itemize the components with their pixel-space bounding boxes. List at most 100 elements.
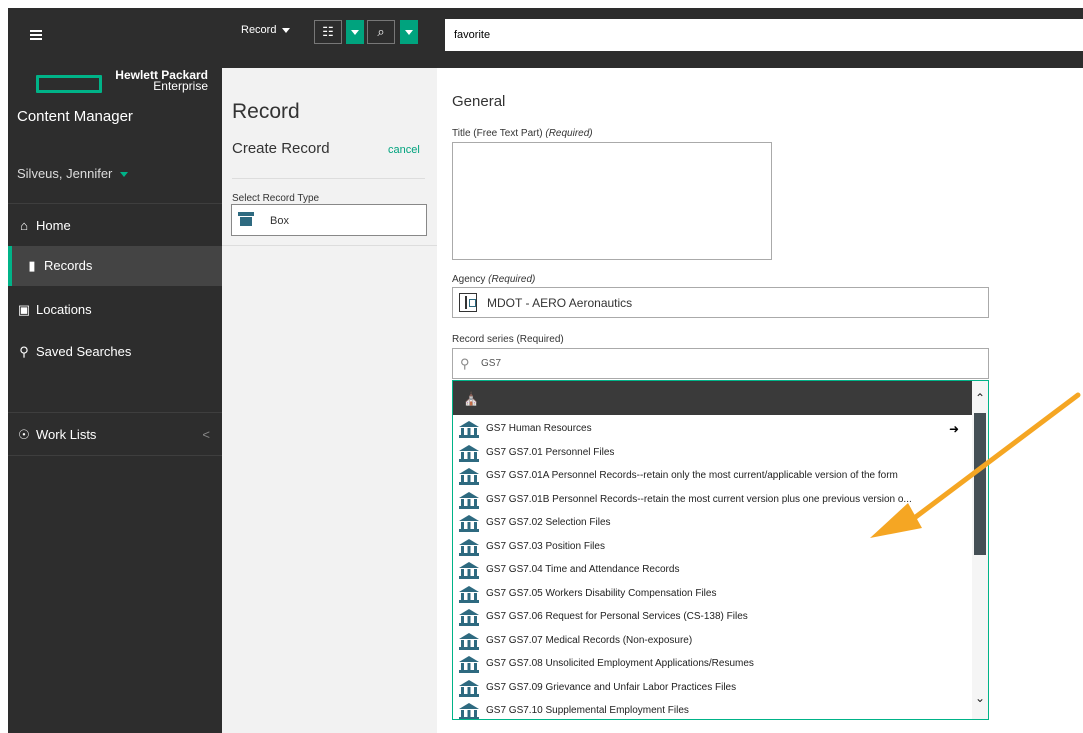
saved-search-icon: ⚲ [19,344,29,359]
series-item-label: GS7 GS7.07 Medical Records (Non-exposure… [486,634,693,646]
search-icon: ⚲ [460,356,470,371]
series-list-item[interactable]: GS7 GS7.07 Medical Records (Non-exposure… [458,630,968,653]
record-menu-label: Record [241,24,277,36]
classification-building-icon [459,585,479,603]
record-type-value: Box [270,215,289,227]
title-label: Title (Free Text Part) (Required) [452,128,593,139]
series-list-item[interactable]: GS7 GS7.06 Request for Personal Services… [458,606,968,629]
classification-building-icon [459,632,479,650]
classification-building-icon [459,562,479,579]
series-item-label: GS7 GS7.04 Time and Attendance Records [486,564,680,575]
user-name: Silveus, Jennifer [17,166,113,181]
scroll-down-icon[interactable]: ⌄ [975,691,985,705]
hamburger-menu-icon[interactable] [30,30,42,32]
series-item-label: GS7 GS7.03 Position Files [486,540,605,552]
sidebar-item-locations[interactable]: ▣ Locations [8,290,222,330]
home-icon: ⌂ [20,218,28,233]
series-list-item[interactable]: GS7 GS7.01 Personnel Files [458,442,968,465]
series-item-label: GS7 GS7.01A Personnel Records--retain on… [486,470,898,481]
divider [232,178,425,179]
classification-building-icon [459,679,479,697]
global-search-input[interactable]: favorite [445,19,1083,51]
sidebar-item-label: Locations [36,302,92,317]
agency-value: MDOT - AERO Aeronautics [487,296,633,310]
divider [8,412,222,413]
series-label: Record series (Required) [452,334,564,345]
classification-building-icon [459,515,479,532]
series-list-item[interactable]: GS7 GS7.10 Supplemental Employment Files [458,700,968,719]
series-item-label: GS7 GS7.09 Grievance and Unfair Labor Pr… [486,681,737,693]
sidebar-item-home[interactable]: ⌂ Home [8,206,222,246]
section-title: General [452,93,506,110]
worklist-icon: ☉ [18,427,30,442]
add-search-dropdown[interactable] [400,20,418,44]
classification-building-icon [459,491,479,509]
search-document-icon[interactable]: ☷ [314,20,342,44]
home-icon[interactable]: ⛪ [463,391,479,407]
search-options-dropdown[interactable] [346,20,364,44]
series-list-item[interactable]: GS7 GS7.02 Selection Files [458,512,968,535]
sidebar-item-records[interactable]: ▮ Records [8,246,222,286]
panel-subtitle: Create Record [232,140,330,157]
series-list-item[interactable]: GS7 GS7.04 Time and Attendance Records [458,559,968,582]
series-search-value: GS7 [481,358,502,369]
classification-building-icon [459,444,479,462]
sidebar-item-label: Work Lists [36,427,97,442]
record-menu-button[interactable]: Record [241,24,291,36]
series-search-input[interactable]: ⚲ GS7 [452,348,989,379]
record-panel [222,68,437,733]
sidebar-item-work-lists[interactable]: ☉ Work Lists < [8,415,222,455]
series-item-label: GS7 GS7.01B Personnel Records--retain th… [486,493,912,505]
chevron-down-icon [282,27,291,33]
panel-title: Record [232,100,300,123]
series-item-label: GS7 GS7.06 Request for Personal Services… [486,611,748,622]
hpe-logo-bar [36,75,102,93]
agency-label: Agency (Required) [452,274,536,285]
series-list-item[interactable]: GS7 Human Resources ➜ [458,418,968,441]
agency-field[interactable]: MDOT - AERO Aeronautics [452,287,989,318]
user-menu[interactable]: Silveus, Jennifer [17,166,129,181]
record-type-label: Select Record Type [232,193,320,204]
series-list-item[interactable]: GS7 GS7.05 Workers Disability Compensati… [458,583,968,606]
sidebar-item-label: Records [44,258,93,273]
scroll-up-icon[interactable]: ⌃ [975,391,985,405]
series-item-label: GS7 Human Resources [486,423,592,434]
add-search-icon[interactable]: ⌕ [367,20,395,44]
document-icon: ▮ [28,258,36,273]
chevron-down-icon [120,172,129,178]
scrollbar[interactable]: ⌃ ⌄ [972,381,988,719]
classification-building-icon [459,703,479,719]
box-icon [238,212,254,226]
classification-building-icon [459,468,479,485]
contact-card-icon: ▣ [17,302,31,317]
dropdown-header: ⛪ [453,381,973,415]
series-item-label: GS7 GS7.10 Supplemental Employment Files [486,705,689,716]
sidebar-item-saved-searches[interactable]: ⚲ Saved Searches [8,332,222,372]
classification-building-icon [459,656,479,673]
series-item-label: GS7 GS7.02 Selection Files [486,517,611,528]
classification-building-icon [459,609,479,626]
series-item-label: GS7 GS7.05 Workers Disability Compensati… [486,587,717,599]
series-list-item[interactable]: GS7 GS7.01B Personnel Records--retain th… [458,489,968,512]
sidebar-item-label: Home [36,218,71,233]
divider [8,455,222,456]
collapse-chevron-icon[interactable]: < [202,415,210,455]
cancel-link[interactable]: cancel [388,144,420,156]
agency-icon [459,293,477,312]
series-dropdown: ⛪ GS7 Human Resources ➜ GS7 GS7.01 Personn… [452,380,989,720]
classification-building-icon [459,421,479,438]
sidebar-item-label: Saved Searches [36,344,132,359]
classification-building-icon [459,538,479,556]
record-type-select[interactable]: Box [231,204,427,236]
series-list-item[interactable]: GS7 GS7.01A Personnel Records--retain on… [458,465,968,488]
divider [8,203,222,204]
series-item-label: GS7 GS7.08 Unsolicited Employment Applic… [486,658,754,669]
hpe-logo-text: Hewlett Packard Enterprise [115,68,208,93]
scrollbar-thumb[interactable] [974,413,986,555]
title-textarea[interactable] [452,142,772,260]
drill-down-arrow-icon[interactable]: ➜ [949,422,959,436]
series-list-item[interactable]: GS7 GS7.09 Grievance and Unfair Labor Pr… [458,677,968,700]
series-list-item[interactable]: GS7 GS7.08 Unsolicited Employment Applic… [458,653,968,676]
app-title: Content Manager [17,108,133,125]
series-list-item[interactable]: GS7 GS7.03 Position Files [458,536,968,559]
